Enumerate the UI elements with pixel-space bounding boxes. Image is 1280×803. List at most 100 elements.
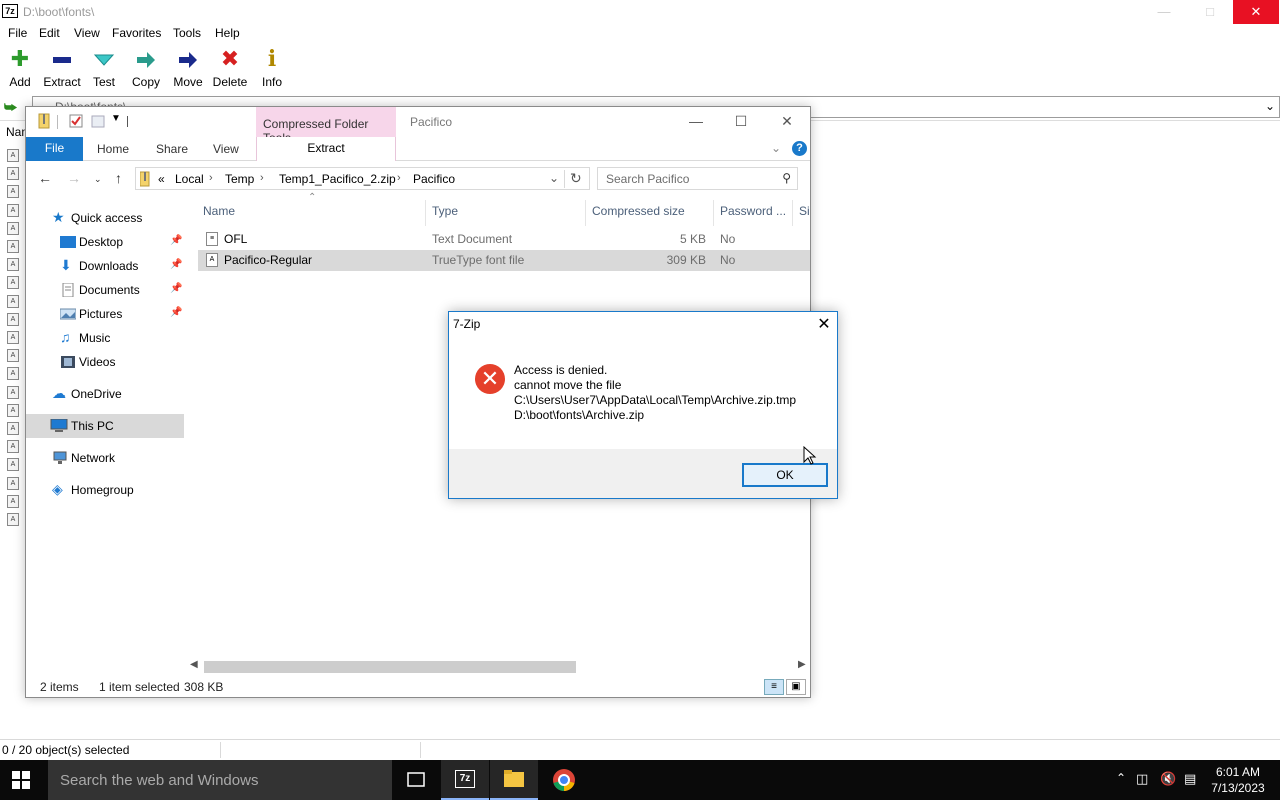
nav-music[interactable]: ♫ Music (26, 326, 184, 350)
action-center-icon[interactable]: ▤ (1184, 771, 1196, 787)
large-icons-view-icon[interactable]: ▣ (786, 679, 806, 695)
taskbar-clock[interactable]: 6:01 AM 7/13/2023 (1208, 764, 1268, 796)
extract-button[interactable]: Extract (40, 46, 84, 90)
back-arrow-icon[interactable]: ← (38, 170, 52, 186)
chevron-right-icon[interactable]: › (209, 172, 213, 184)
refresh-icon[interactable]: ↻ (564, 170, 582, 188)
up-arrow-icon[interactable]: ↑ (115, 170, 122, 186)
customize-quick-access-icon[interactable]: ▼ (111, 113, 127, 129)
videos-icon (60, 355, 76, 369)
chevron-down-icon[interactable]: ⌄ (549, 171, 559, 185)
column-divider[interactable] (585, 200, 586, 226)
search-icon[interactable]: ⚲ (782, 171, 791, 185)
column-size[interactable]: Si (799, 204, 810, 218)
nav-pictures[interactable]: Pictures 📌 (26, 302, 184, 326)
task-view-button[interactable] (392, 760, 440, 800)
volume-muted-icon[interactable]: 🔇 (1160, 771, 1176, 787)
network-icon[interactable]: ◫ (1136, 771, 1148, 787)
font-file-icon: A (7, 203, 19, 217)
tab-home[interactable]: Home (97, 142, 129, 156)
scroll-left-icon[interactable]: ◀ (190, 659, 198, 670)
move-button[interactable]: Move (166, 46, 210, 90)
taskbar-search-input[interactable]: Search the web and Windows (48, 760, 392, 800)
info-button[interactable]: i Info (250, 46, 294, 90)
horizontal-scrollbar[interactable]: ◀ ▶ (188, 659, 810, 675)
breadcrumb[interactable]: « Local › Temp › Temp1_Pacifico_2.zip › … (135, 167, 590, 190)
close-icon[interactable]: ✕ (814, 314, 834, 334)
expand-ribbon-icon[interactable]: ⌄ (771, 141, 781, 155)
chevron-down-icon[interactable]: ⌄ (1265, 99, 1275, 113)
font-file-icon: A (7, 422, 19, 435)
taskbar-chrome[interactable] (540, 760, 588, 800)
tab-extract[interactable]: Extract (256, 137, 396, 161)
new-folder-icon[interactable] (90, 113, 106, 129)
font-file-icon: A (7, 258, 19, 272)
nav-this-pc[interactable]: This PC (26, 414, 184, 438)
pin-icon[interactable]: 📌 (170, 307, 182, 318)
column-compressed-size[interactable]: Compressed size (592, 204, 685, 218)
scrollbar-thumb[interactable] (204, 661, 576, 673)
up-folder-icon[interactable]: ⮩ (4, 99, 20, 115)
ok-button[interactable]: OK (742, 463, 828, 487)
maximize-button[interactable]: ☐ (731, 111, 751, 131)
add-button[interactable]: ✚ Add (0, 46, 42, 90)
search-input[interactable]: Search Pacifico ⚲ (597, 167, 798, 190)
compressed-folder-tools-tab[interactable]: Compressed Folder Tools (256, 107, 396, 145)
details-view-icon[interactable]: ≡ (764, 679, 784, 695)
column-divider[interactable] (425, 200, 426, 226)
menu-view[interactable]: View (74, 26, 100, 40)
column-divider[interactable] (792, 200, 793, 226)
tab-file[interactable]: File (26, 137, 83, 161)
windows-start-icon[interactable] (12, 771, 30, 789)
show-hidden-icons-icon[interactable]: ⌃ (1116, 771, 1126, 785)
maximize-button[interactable]: □ (1187, 0, 1233, 24)
nav-onedrive[interactable]: ☁ OneDrive (26, 382, 184, 406)
nav-downloads[interactable]: ⬇ Downloads 📌 (26, 254, 184, 278)
column-password[interactable]: Password ... (720, 204, 786, 218)
pin-icon[interactable]: 📌 (170, 235, 182, 246)
tab-share[interactable]: Share (156, 142, 188, 156)
taskbar-file-explorer[interactable] (490, 760, 538, 800)
menu-tools[interactable]: Tools (173, 26, 201, 40)
scroll-right-icon[interactable]: ▶ (798, 659, 806, 670)
breadcrumb-pacifico[interactable]: Pacifico (413, 172, 455, 186)
pin-icon[interactable]: 📌 (170, 283, 182, 294)
file-size: 5 KB (679, 232, 706, 246)
7zip-status-bar: 0 / 20 object(s) selected (0, 739, 1280, 760)
menu-help[interactable]: Help (215, 26, 240, 40)
nav-quick-access[interactable]: ★ Quick access (26, 206, 184, 230)
chevron-right-icon[interactable]: › (260, 172, 264, 184)
nav-homegroup[interactable]: ◈ Homegroup (26, 478, 184, 502)
taskbar-7zip[interactable]: 7z (441, 760, 489, 800)
nav-network[interactable]: Network (26, 446, 184, 470)
column-type[interactable]: Type (432, 204, 458, 218)
column-name[interactable]: Name (203, 204, 235, 218)
breadcrumb-temp[interactable]: Temp (225, 172, 254, 186)
close-button[interactable]: ✕ (777, 111, 797, 131)
nav-desktop[interactable]: Desktop 📌 (26, 230, 184, 254)
file-row[interactable]: A Pacifico-Regular TrueType font file 30… (198, 250, 810, 271)
breadcrumb-zip[interactable]: Temp1_Pacifico_2.zip (279, 172, 396, 186)
file-row[interactable]: ≡ OFL Text Document 5 KB No (198, 229, 810, 250)
minimize-button[interactable]: — (686, 111, 706, 131)
copy-button[interactable]: Copy (124, 46, 168, 90)
properties-icon[interactable] (68, 113, 84, 129)
pin-icon[interactable]: 📌 (170, 259, 182, 270)
column-divider[interactable] (713, 200, 714, 226)
nav-documents[interactable]: Documents 📌 (26, 278, 184, 302)
help-icon[interactable]: ? (792, 141, 807, 156)
menu-edit[interactable]: Edit (39, 26, 60, 40)
nav-videos[interactable]: Videos (26, 350, 184, 374)
delete-button[interactable]: ✖ Delete (208, 46, 252, 90)
breadcrumb-local[interactable]: Local (175, 172, 204, 186)
test-button[interactable]: Test (82, 46, 126, 90)
minimize-button[interactable]: — (1141, 0, 1187, 24)
recent-locations-icon[interactable]: ⌄ (94, 174, 102, 185)
menu-file[interactable]: File (8, 26, 27, 40)
breadcrumb-overflow[interactable]: « (158, 172, 165, 186)
chevron-right-icon[interactable]: › (397, 172, 401, 184)
menu-favorites[interactable]: Favorites (112, 26, 161, 40)
close-button[interactable]: ✕ (1233, 0, 1279, 24)
tab-view[interactable]: View (213, 142, 239, 156)
forward-arrow-icon[interactable]: → (67, 170, 81, 186)
